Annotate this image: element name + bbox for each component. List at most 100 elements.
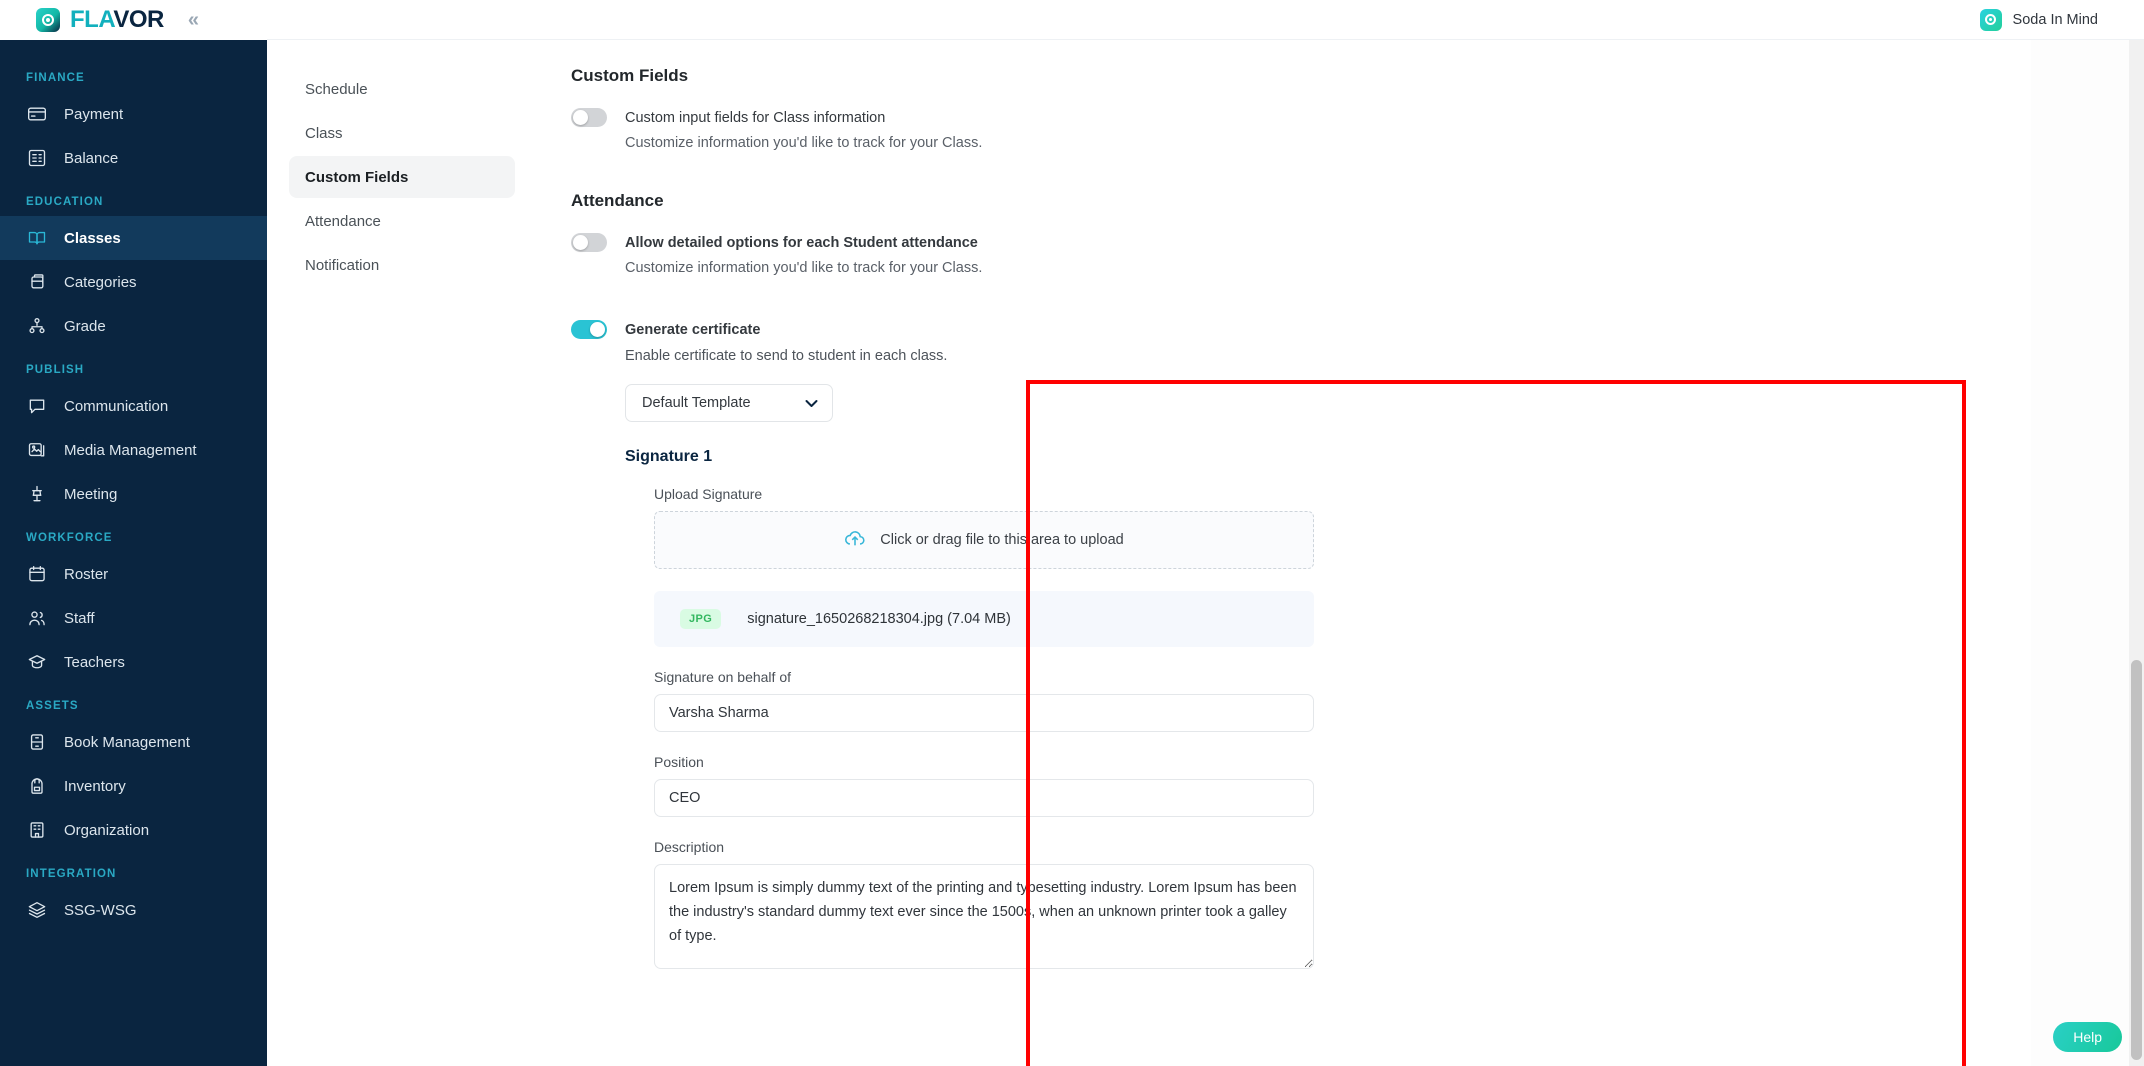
sidebar-item-categories[interactable]: Categories bbox=[0, 260, 267, 304]
uploaded-file-name: signature_1650268218304.jpg (7.04 MB) bbox=[747, 611, 1011, 627]
file-type-badge: JPG bbox=[680, 609, 722, 629]
sidebar-item-label: SSG-WSG bbox=[64, 901, 137, 919]
sidebar-section-integration: INTEGRATION bbox=[26, 868, 117, 880]
sidebar-item-label: Roster bbox=[64, 565, 109, 583]
position-label: Position bbox=[654, 754, 704, 770]
graduation-cap-icon bbox=[26, 651, 48, 673]
app-root: FLAVOR « FINANCE Payment Balance EDUCATION C… bbox=[0, 0, 2144, 1066]
signature-behalf-input[interactable] bbox=[654, 694, 1314, 732]
upload-signature-group: Upload Signature Click or drag file to t… bbox=[654, 486, 1314, 974]
subnav-item-notification[interactable]: Notification bbox=[289, 244, 515, 286]
office-building-icon bbox=[26, 819, 48, 841]
hierarchy-icon bbox=[26, 315, 48, 337]
cloud-upload-icon bbox=[844, 527, 866, 554]
certificate-toggle-row: Generate certificate bbox=[571, 320, 2144, 339]
sidebar-item-classes[interactable]: Classes bbox=[0, 216, 267, 260]
brand-name: FLAVOR bbox=[70, 6, 164, 34]
sidebar-item-ssg-wsg[interactable]: SSG-WSG bbox=[0, 888, 267, 932]
uploaded-file-row[interactable]: JPG signature_1650268218304.jpg (7.04 MB… bbox=[654, 591, 1314, 647]
sidebar-item-payment[interactable]: Payment bbox=[0, 92, 267, 136]
sidebar-collapse-icon[interactable]: « bbox=[188, 10, 199, 30]
brand-bar: FLAVOR « bbox=[0, 0, 267, 40]
generate-certificate-description: Enable certificate to send to student in… bbox=[625, 348, 948, 364]
brand-name-rest: VOR bbox=[113, 6, 164, 33]
sidebar-item-inventory[interactable]: Inventory bbox=[0, 764, 267, 808]
chevron-down-icon bbox=[805, 396, 818, 411]
signature-dropzone[interactable]: Click or drag file to this area to uploa… bbox=[654, 511, 1314, 569]
generate-certificate-block: Generate certificate Enable certificate … bbox=[571, 320, 2144, 974]
sidebar-item-grade[interactable]: Grade bbox=[0, 304, 267, 348]
sidebar-item-meeting[interactable]: Meeting bbox=[0, 472, 267, 516]
custom-fields-description: Customize information you'd like to trac… bbox=[625, 135, 983, 151]
boxes-icon bbox=[26, 271, 48, 293]
position-input[interactable] bbox=[654, 779, 1314, 817]
settings-panel: Custom Fields Custom input fields for Cl… bbox=[539, 40, 2144, 1066]
description-field-group: Description bbox=[654, 839, 1314, 974]
sidebar-item-label: Inventory bbox=[64, 777, 126, 795]
sidebar-item-organization[interactable]: Organization bbox=[0, 808, 267, 852]
signature-1-title: Signature 1 bbox=[625, 448, 713, 465]
sidebar-item-staff[interactable]: Staff bbox=[0, 596, 267, 640]
sidebar-item-balance[interactable]: Balance bbox=[0, 136, 267, 180]
generate-certificate-toggle[interactable] bbox=[571, 320, 607, 339]
attendance-toggle-row: Allow detailed options for each Student … bbox=[571, 233, 2144, 252]
sidebar-section-workforce: WORKFORCE bbox=[26, 532, 113, 544]
tenant-logo-icon bbox=[1979, 8, 2002, 31]
tenant-name: Soda In Mind bbox=[2012, 11, 2098, 28]
signature-dropzone-text: Click or drag file to this area to uploa… bbox=[880, 532, 1124, 548]
subnav-item-attendance[interactable]: Attendance bbox=[289, 200, 515, 242]
custom-fields-toggle-row: Custom input fields for Class informatio… bbox=[571, 108, 2144, 127]
position-field-group: Position bbox=[654, 754, 1314, 817]
chat-bubble-icon bbox=[26, 395, 48, 417]
bank-building-icon bbox=[26, 147, 48, 169]
sidebar-item-label: Media Management bbox=[64, 441, 197, 459]
description-textarea[interactable] bbox=[654, 864, 1314, 969]
sidebar-section-publish: PUBLISH bbox=[26, 364, 85, 376]
vertical-scrollbar[interactable] bbox=[2129, 40, 2144, 1066]
sidebar-item-label: Meeting bbox=[64, 485, 118, 503]
sidebar-section-finance: FINANCE bbox=[26, 72, 85, 84]
layers-icon bbox=[26, 899, 48, 921]
attendance-toggle[interactable] bbox=[571, 233, 607, 252]
sidebar-nav: FINANCE Payment Balance EDUCATION Classes Cat… bbox=[0, 40, 267, 932]
sidebar-item-label: Categories bbox=[64, 273, 137, 291]
certificate-template-select[interactable]: Default Template bbox=[625, 384, 833, 422]
attendance-description: Customize information you'd like to trac… bbox=[625, 260, 983, 276]
signature-behalf-label: Signature on behalf of bbox=[654, 669, 791, 685]
podium-icon bbox=[26, 483, 48, 505]
generate-certificate-label: Generate certificate bbox=[625, 321, 761, 338]
custom-fields-toggle[interactable] bbox=[571, 108, 607, 127]
main-area: Soda In Mind Schedule Class Custom Fields A… bbox=[267, 0, 2144, 1066]
calendar-icon bbox=[26, 563, 48, 585]
sidebar-item-label: Staff bbox=[64, 609, 95, 627]
sidebar-item-book-management[interactable]: Book Management bbox=[0, 720, 267, 764]
sidebar-item-label: Balance bbox=[64, 149, 119, 167]
attendance-heading: Attendance bbox=[571, 191, 664, 210]
scrollbar-thumb[interactable] bbox=[2131, 660, 2142, 1060]
subnav-item-custom-fields[interactable]: Custom Fields bbox=[289, 156, 515, 198]
sidebar-section-education: EDUCATION bbox=[26, 196, 104, 208]
book-icon bbox=[26, 731, 48, 753]
subnav-item-class[interactable]: Class bbox=[289, 112, 515, 154]
sidebar-item-label: Organization bbox=[64, 821, 150, 839]
sidebar-item-roster[interactable]: Roster bbox=[0, 552, 267, 596]
sidebar-item-media-management[interactable]: Media Management bbox=[0, 428, 267, 472]
credit-card-icon bbox=[26, 103, 48, 125]
brand-name-accent: FLA bbox=[70, 6, 114, 33]
description-label: Description bbox=[654, 839, 725, 855]
certificate-template-value: Default Template bbox=[642, 395, 751, 411]
sidebar-item-label: Payment bbox=[64, 105, 124, 123]
flavor-logo-icon bbox=[36, 8, 60, 32]
sidebar-item-label: Grade bbox=[64, 317, 106, 335]
help-button[interactable]: Help bbox=[2053, 1022, 2122, 1052]
sidebar-item-label: Book Management bbox=[64, 733, 190, 751]
custom-fields-heading: Custom Fields bbox=[571, 66, 689, 85]
sidebar-item-teachers[interactable]: Teachers bbox=[0, 640, 267, 684]
tenant-switcher[interactable]: Soda In Mind bbox=[1979, 8, 2098, 31]
sidebar-item-label: Communication bbox=[64, 397, 169, 415]
sidebar-item-label: Teachers bbox=[64, 653, 125, 671]
sidebar-item-communication[interactable]: Communication bbox=[0, 384, 267, 428]
subnav-item-schedule[interactable]: Schedule bbox=[289, 68, 515, 110]
panel-right-gutter bbox=[2031, 40, 2129, 1066]
sidebar-item-label: Classes bbox=[64, 229, 121, 247]
